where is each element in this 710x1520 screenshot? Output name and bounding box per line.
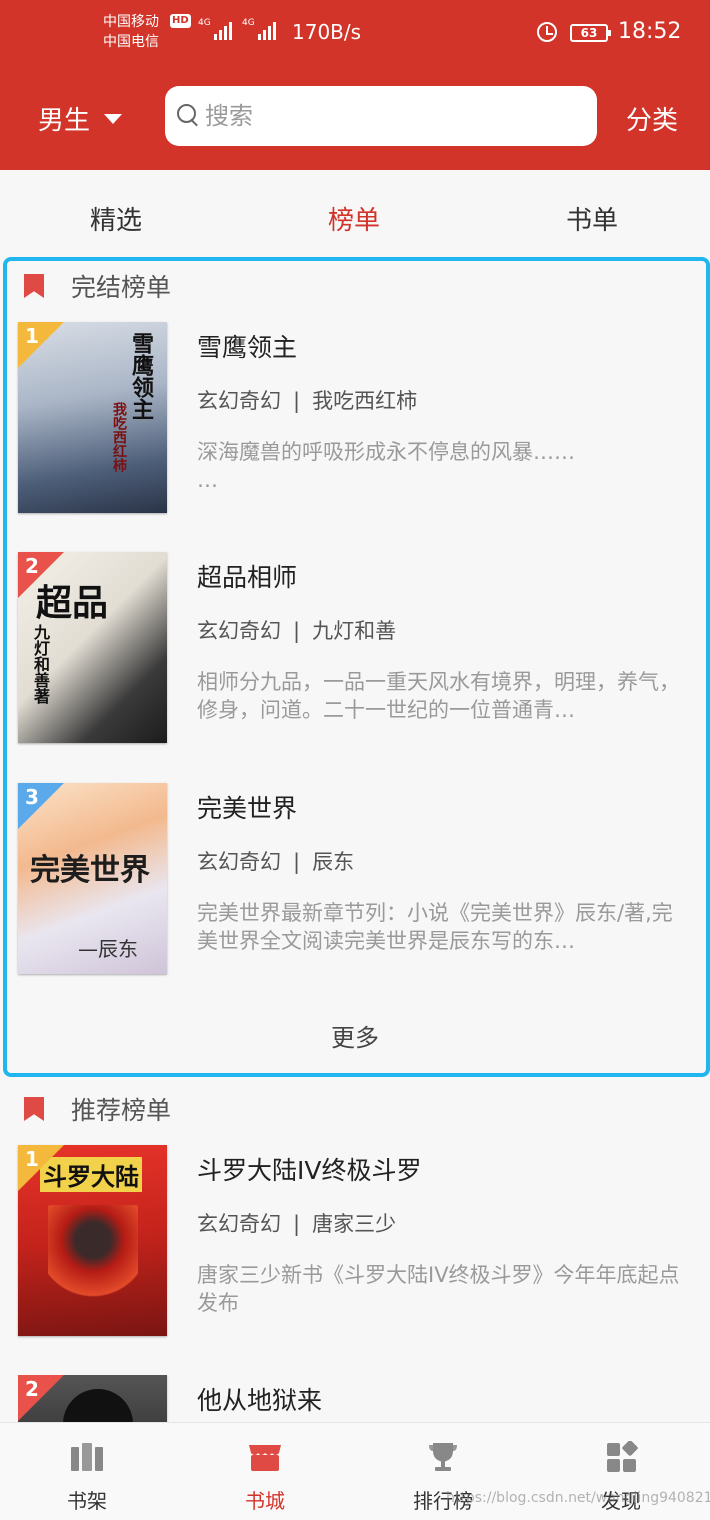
- book-title: 超品相师: [197, 563, 298, 592]
- carrier-info: 中国移动 中国电信: [103, 12, 159, 52]
- cover-title: 雪鹰领主: [128, 332, 154, 420]
- cover-title: 斗罗大陆: [40, 1157, 142, 1192]
- book-item[interactable]: 斗罗大陆 1 斗罗大陆IV终极斗罗 玄幻奇幻 | 唐家三少 唐家三少新书《斗罗大陆I…: [18, 1145, 698, 1336]
- bookmark-icon: [24, 274, 44, 298]
- section-title: 推荐榜单: [71, 1096, 172, 1125]
- rank-number: 2: [25, 554, 39, 578]
- rank-number: 3: [25, 785, 39, 809]
- trophy-icon: [429, 1443, 457, 1471]
- nav-label: 书城: [245, 1489, 285, 1513]
- carrier-2: 中国电信: [103, 34, 159, 50]
- signal-1-icon: 4G: [198, 18, 232, 40]
- more-button[interactable]: 更多: [0, 1018, 710, 1053]
- book-desc: 相师分九品，一品一重天风水有境界，明理，养气，修身，问道。二十一世纪的一位普通青…: [197, 670, 680, 722]
- rank-badge: 2: [18, 1375, 64, 1421]
- cover-author: 我吃西红柿: [111, 402, 127, 472]
- book-title: 斗罗大陆IV终极斗罗: [197, 1156, 422, 1185]
- network-type-1: 4G: [198, 18, 211, 28]
- hd-badge: HD: [170, 14, 191, 28]
- search-bar[interactable]: [165, 86, 597, 146]
- clock: 18:52: [618, 19, 682, 44]
- cover-author: 九灯和善著: [31, 624, 50, 704]
- book-desc: 深海魔兽的呼吸形成永不停息的风暴…… …: [197, 440, 575, 492]
- tab-booklists[interactable]: 书单: [566, 200, 618, 237]
- book-title: 他从地狱来: [197, 1386, 323, 1415]
- bookstore-icon: [249, 1445, 281, 1471]
- book-item[interactable]: 2 他从地狱来: [18, 1375, 698, 1422]
- book-meta: 玄幻奇幻 | 九灯和善: [197, 619, 397, 643]
- rank-number: 1: [25, 1147, 39, 1171]
- section-title: 完结榜单: [71, 273, 172, 302]
- book-meta: 玄幻奇幻 | 唐家三少: [197, 1212, 397, 1236]
- nav-label: 书架: [67, 1489, 107, 1513]
- book-genre: 玄幻奇幻: [197, 389, 281, 413]
- book-genre: 玄幻奇幻: [197, 619, 281, 643]
- bookmark-icon: [24, 1097, 44, 1121]
- book-title: 完美世界: [197, 794, 298, 823]
- network-type-2: 4G: [242, 18, 255, 28]
- cover-title: 超品: [36, 582, 109, 624]
- gender-label: 男生: [38, 106, 91, 136]
- nav-bookshelf[interactable]: 书架: [27, 1423, 147, 1520]
- bookshelf-icon: [71, 1443, 103, 1471]
- tab-featured[interactable]: 精选: [90, 200, 142, 237]
- tab-bar: 精选 榜单 书单: [0, 170, 710, 260]
- book-author: 辰东: [312, 850, 355, 874]
- book-genre: 玄幻奇幻: [197, 850, 281, 874]
- cover-author: —辰东: [78, 937, 138, 961]
- book-cover: 雪鹰领主 我吃西红柿 1: [18, 322, 167, 513]
- search-input[interactable]: [205, 102, 585, 130]
- carrier-1: 中国移动: [103, 14, 159, 30]
- book-meta: 玄幻奇幻 | 我吃西红柿: [197, 389, 418, 413]
- book-cover: 2: [18, 1375, 167, 1422]
- book-author: 我吃西红柿: [312, 389, 418, 413]
- book-item[interactable]: 超品 九灯和善著 2 超品相师 玄幻奇幻 | 九灯和善 相师分九品，一品一重天风水有…: [18, 552, 698, 743]
- search-icon: [177, 104, 201, 128]
- nav-bookstore[interactable]: 书城: [205, 1423, 325, 1520]
- book-cover: 完美世界 —辰东 3: [18, 783, 167, 974]
- book-item[interactable]: 完美世界 —辰东 3 完美世界 玄幻奇幻 | 辰东 完美世界最新章节列：小说《完美世…: [18, 783, 698, 974]
- rank-badge: 3: [18, 783, 64, 829]
- book-author: 九灯和善: [312, 619, 397, 643]
- watermark: https://blog.csdn.net/wangjing940821: [446, 1490, 710, 1506]
- tab-rankings[interactable]: 榜单: [328, 200, 380, 237]
- signal-2-icon: 4G: [242, 18, 276, 40]
- section-header-recommended: 推荐榜单: [24, 1091, 171, 1127]
- rank-number: 2: [25, 1377, 39, 1401]
- book-desc: 唐家三少新书《斗罗大陆IV终极斗罗》今年年底起点发布: [197, 1263, 680, 1315]
- network-speed: 170B/s: [292, 20, 362, 44]
- book-cover: 斗罗大陆 1: [18, 1145, 167, 1336]
- book-meta: 玄幻奇幻 | 辰东: [197, 850, 355, 874]
- cover-title: 完美世界: [30, 853, 150, 888]
- book-cover: 超品 九灯和善著 2: [18, 552, 167, 743]
- caret-down-icon: [104, 113, 123, 124]
- rank-number: 1: [25, 324, 39, 348]
- book-desc: 完美世界最新章节列：小说《完美世界》辰东/著,完美世界全文阅读完美世界是辰东写的…: [197, 901, 673, 953]
- book-item[interactable]: 雪鹰领主 我吃西红柿 1 雪鹰领主 玄幻奇幻 | 我吃西红柿 深海魔兽的呼吸形成永不…: [18, 322, 698, 513]
- top-header: 中国移动 中国电信 HD 4G 4G 170B/s 63 18:52 男生 分类: [0, 0, 710, 170]
- book-genre: 玄幻奇幻: [197, 1212, 281, 1236]
- section-header-completed: 完结榜单: [24, 268, 171, 304]
- book-author: 唐家三少: [312, 1212, 397, 1236]
- alarm-icon: [537, 22, 557, 42]
- category-button[interactable]: 分类: [626, 100, 678, 137]
- gender-selector[interactable]: 男生: [38, 100, 123, 137]
- battery-icon: 63: [570, 24, 611, 42]
- discover-icon: [607, 1441, 638, 1472]
- book-title: 雪鹰领主: [197, 333, 298, 362]
- rank-badge: 1: [18, 322, 64, 368]
